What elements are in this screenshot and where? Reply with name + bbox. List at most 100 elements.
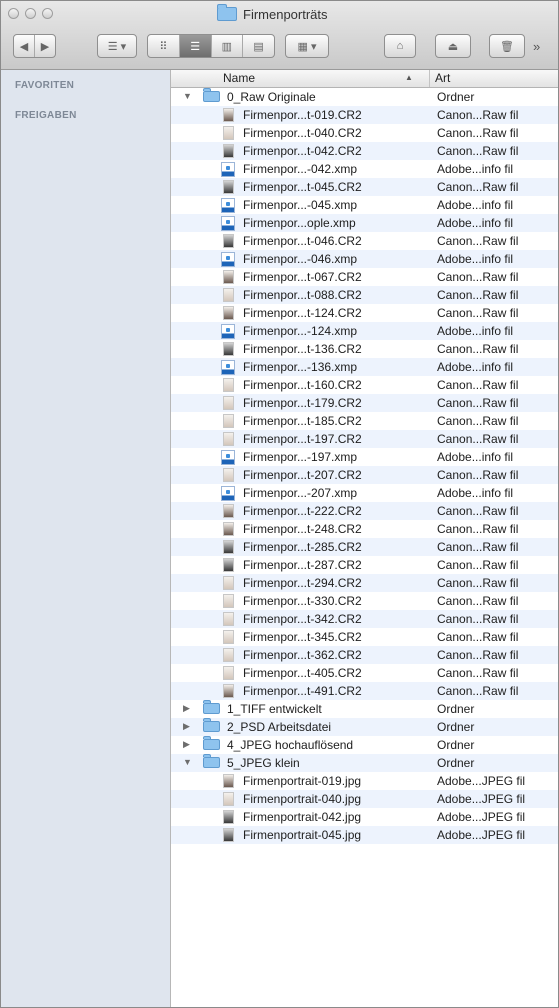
disclosure-closed-icon[interactable]: ▶ <box>183 721 190 732</box>
eject-button[interactable]: ⏏ <box>435 34 471 58</box>
file-row[interactable]: Firmenpor...t-287.CR2 Canon...Raw fil <box>171 556 558 574</box>
file-kind: Adobe...JPEG fil <box>437 810 526 824</box>
back-forward-control[interactable]: ◀ ▶ <box>13 34 56 58</box>
sidebar-section-favorites[interactable]: FAVORITEN <box>15 80 74 91</box>
file-name: 5_JPEG klein <box>227 756 300 770</box>
file-row[interactable]: Firmenpor...-042.xmp Adobe...info fil <box>171 160 558 178</box>
file-name: Firmenportrait-040.jpg <box>243 792 362 806</box>
file-name: 4_JPEG hochauflösend <box>227 738 354 752</box>
file-kind: Canon...Raw fil <box>437 414 519 428</box>
file-kind: Canon...Raw fil <box>437 648 519 662</box>
file-row[interactable]: Firmenpor...t-294.CR2 Canon...Raw fil <box>171 574 558 592</box>
arrange-button[interactable]: ☰ ▾ <box>97 34 137 58</box>
disclosure-open-icon[interactable]: ▼ <box>183 757 192 767</box>
folder-row[interactable]: ▶ 1_TIFF entwickelt Ordner <box>171 700 558 718</box>
file-row[interactable]: Firmenpor...t-040.CR2 Canon...Raw fil <box>171 124 558 142</box>
finder-window: Firmenporträts ◀ ▶ ☰ ▾ ⠿ ☰ ▥ ▤ ▦ ▾ ⌂ ⏏ 🗑… <box>0 0 559 1008</box>
file-row[interactable]: Firmenpor...t-160.CR2 Canon...Raw fil <box>171 376 558 394</box>
minimize-window-icon[interactable] <box>25 8 36 19</box>
file-row[interactable]: Firmenpor...-124.xmp Adobe...info fil <box>171 322 558 340</box>
toolbar-overflow-icon[interactable]: » <box>533 39 540 54</box>
column-header-name[interactable]: Name <box>223 71 255 85</box>
folder-icon <box>203 700 220 714</box>
file-row[interactable]: Firmenpor...t-045.CR2 Canon...Raw fil <box>171 178 558 196</box>
jpeg-thumbnail-icon <box>223 774 234 788</box>
file-row[interactable]: Firmenpor...t-019.CR2 Canon...Raw fil <box>171 106 558 124</box>
file-row[interactable]: Firmenpor...t-197.CR2 Canon...Raw fil <box>171 430 558 448</box>
file-kind: Canon...Raw fil <box>437 594 519 608</box>
file-name: Firmenpor...-046.xmp <box>243 252 358 266</box>
file-row[interactable]: Firmenpor...-136.xmp Adobe...info fil <box>171 358 558 376</box>
file-name: Firmenpor...t-405.CR2 <box>243 666 362 680</box>
folder-row[interactable]: ▶ 4_JPEG hochauflösend Ordner <box>171 736 558 754</box>
file-kind: Canon...Raw fil <box>437 342 519 356</box>
file-row[interactable]: Firmenpor...ople.xmp Adobe...info fil <box>171 214 558 232</box>
view-mode-control[interactable]: ⠿ ☰ ▥ ▤ <box>147 34 275 58</box>
file-row[interactable]: Firmenpor...-197.xmp Adobe...info fil <box>171 448 558 466</box>
raw-thumbnail-icon <box>223 306 234 320</box>
column-header-kind[interactable]: Art <box>435 71 450 85</box>
column-view-icon[interactable]: ▥ <box>212 35 244 57</box>
file-name: 1_TIFF entwickelt <box>227 702 322 716</box>
folder-row[interactable]: ▼ 0_Raw Originale Ordner <box>171 88 558 106</box>
disclosure-closed-icon[interactable]: ▶ <box>183 703 190 714</box>
file-kind: Canon...Raw fil <box>437 576 519 590</box>
file-row[interactable]: Firmenpor...t-124.CR2 Canon...Raw fil <box>171 304 558 322</box>
xmp-file-icon <box>221 198 235 213</box>
file-row[interactable]: Firmenpor...t-362.CR2 Canon...Raw fil <box>171 646 558 664</box>
file-row[interactable]: Firmenpor...t-046.CR2 Canon...Raw fil <box>171 232 558 250</box>
file-row[interactable]: Firmenpor...-045.xmp Adobe...info fil <box>171 196 558 214</box>
file-row[interactable]: Firmenpor...t-342.CR2 Canon...Raw fil <box>171 610 558 628</box>
file-row[interactable]: Firmenpor...t-491.CR2 Canon...Raw fil <box>171 682 558 700</box>
scrollbar[interactable] <box>551 87 558 1007</box>
sidebar-section-shared[interactable]: FREIGABEN <box>15 110 77 121</box>
file-row[interactable]: Firmenpor...t-248.CR2 Canon...Raw fil <box>171 520 558 538</box>
file-row[interactable]: Firmenpor...t-345.CR2 Canon...Raw fil <box>171 628 558 646</box>
file-row[interactable]: Firmenpor...t-405.CR2 Canon...Raw fil <box>171 664 558 682</box>
file-row[interactable]: Firmenpor...t-330.CR2 Canon...Raw fil <box>171 592 558 610</box>
file-row[interactable]: Firmenpor...t-185.CR2 Canon...Raw fil <box>171 412 558 430</box>
close-window-icon[interactable] <box>8 8 19 19</box>
cover-flow-icon[interactable]: ▤ <box>243 35 274 57</box>
file-kind: Canon...Raw fil <box>437 180 519 194</box>
list-view-icon[interactable]: ☰ <box>179 35 212 57</box>
file-row[interactable]: Firmenpor...t-042.CR2 Canon...Raw fil <box>171 142 558 160</box>
file-row[interactable]: Firmenportrait-019.jpg Adobe...JPEG fil <box>171 772 558 790</box>
file-row[interactable]: Firmenpor...t-285.CR2 Canon...Raw fil <box>171 538 558 556</box>
action-button[interactable]: ▦ ▾ <box>285 34 329 58</box>
forward-arrow-icon[interactable]: ▶ <box>35 35 55 57</box>
file-name: Firmenpor...t-330.CR2 <box>243 594 362 608</box>
folder-row[interactable]: ▼ 5_JPEG klein Ordner <box>171 754 558 772</box>
file-row[interactable]: Firmenportrait-040.jpg Adobe...JPEG fil <box>171 790 558 808</box>
sort-ascending-icon: ▲ <box>405 73 413 82</box>
icon-view-icon[interactable]: ⠿ <box>148 35 180 57</box>
file-kind: Canon...Raw fil <box>437 666 519 680</box>
file-name: Firmenpor...t-088.CR2 <box>243 288 362 302</box>
raw-thumbnail-icon <box>223 108 234 122</box>
disclosure-closed-icon[interactable]: ▶ <box>183 739 190 750</box>
column-divider[interactable] <box>429 70 430 87</box>
file-kind: Canon...Raw fil <box>437 684 519 698</box>
raw-thumbnail-icon <box>223 270 234 284</box>
file-row[interactable]: Firmenpor...-046.xmp Adobe...info fil <box>171 250 558 268</box>
file-row[interactable]: Firmenpor...t-207.CR2 Canon...Raw fil <box>171 466 558 484</box>
file-kind: Adobe...info fil <box>437 216 514 230</box>
file-row[interactable]: Firmenpor...-207.xmp Adobe...info fil <box>171 484 558 502</box>
raw-thumbnail-icon <box>223 540 234 554</box>
trash-button[interactable]: 🗑 <box>489 34 525 58</box>
disclosure-open-icon[interactable]: ▼ <box>183 91 192 101</box>
file-kind: Canon...Raw fil <box>437 126 519 140</box>
folder-row[interactable]: ▶ 2_PSD Arbeitsdatei Ordner <box>171 718 558 736</box>
zoom-window-icon[interactable] <box>42 8 53 19</box>
share-button[interactable]: ⌂ <box>384 34 416 58</box>
file-row[interactable]: Firmenpor...t-067.CR2 Canon...Raw fil <box>171 268 558 286</box>
file-row[interactable]: Firmenpor...t-088.CR2 Canon...Raw fil <box>171 286 558 304</box>
file-name: Firmenpor...t-046.CR2 <box>243 234 362 248</box>
file-row[interactable]: Firmenpor...t-179.CR2 Canon...Raw fil <box>171 394 558 412</box>
file-row[interactable]: Firmenportrait-045.jpg Adobe...JPEG fil <box>171 826 558 844</box>
file-row[interactable]: Firmenpor...t-222.CR2 Canon...Raw fil <box>171 502 558 520</box>
file-row[interactable]: Firmenportrait-042.jpg Adobe...JPEG fil <box>171 808 558 826</box>
back-arrow-icon[interactable]: ◀ <box>14 35 35 57</box>
file-name: 0_Raw Originale <box>227 90 316 104</box>
file-row[interactable]: Firmenpor...t-136.CR2 Canon...Raw fil <box>171 340 558 358</box>
